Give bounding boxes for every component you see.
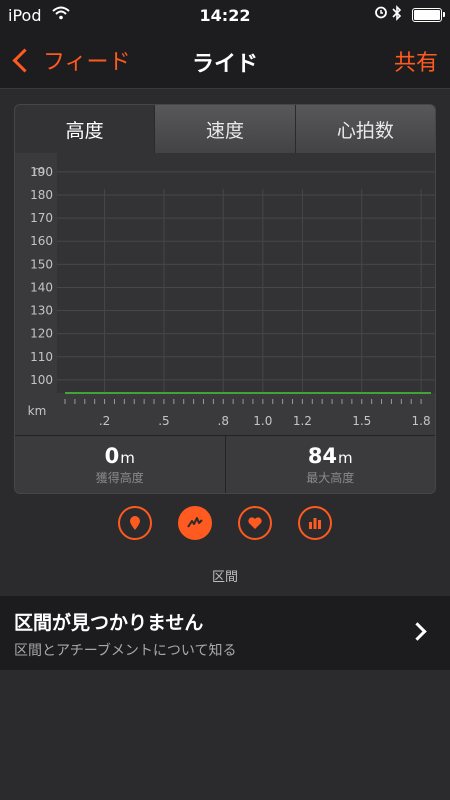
max-elevation-value-line: 84m [226, 444, 436, 468]
map-pin-icon[interactable] [118, 506, 152, 540]
metric-tabs: 高度 速度 心拍数 [15, 105, 435, 160]
no-segments-subtitle: 区間とアチーブメントについて知る [14, 643, 237, 659]
elevation-gain-stat: 0m 獲得高度 [15, 436, 225, 493]
elevation-gain-value: 0 [104, 444, 120, 468]
chart-card: 高度 速度 心拍数 m 190 180 170 160 150 140 130 120 110 10… [14, 104, 436, 494]
page-title: ライド [191, 52, 258, 77]
bluetooth-icon [392, 5, 402, 25]
y-tick-label: 190 [30, 165, 53, 179]
chevron-right-icon [408, 622, 427, 641]
x-tick-label: .8 [218, 414, 229, 428]
elevation-icon[interactable] [178, 506, 212, 540]
tab-speed[interactable]: 速度 [155, 105, 296, 153]
battery-icon [412, 8, 445, 22]
y-tick-label: 120 [30, 327, 53, 341]
x-tick-label: 1.0 [253, 414, 272, 428]
elevation-gain-value-line: 0m [15, 444, 225, 468]
heart-icon[interactable] [238, 506, 272, 540]
elevation-chart: m 190 180 170 160 150 140 130 120 110 100.2.5.8 1.0… [15, 153, 435, 435]
segment-filter-icons [0, 506, 450, 546]
y-tick-label: 140 [30, 280, 53, 294]
elevation-gain-unit: m [120, 449, 135, 467]
max-elevation-stat: 84m 最大高度 [224, 436, 436, 493]
x-tick-label: 1.2 [293, 414, 312, 428]
tab-elevation[interactable]: 高度 [15, 105, 156, 160]
max-elevation-label: 最大高度 [306, 471, 355, 485]
y-tick-label: 150 [30, 257, 53, 271]
y-tick-label: 180 [30, 188, 53, 202]
status-bar: iPod 14:22 [0, 0, 450, 32]
y-tick-label: 160 [30, 234, 53, 248]
bar-chart-icon[interactable] [298, 506, 332, 540]
tab-heart-rate[interactable]: 心拍数 [295, 105, 435, 153]
y-tick-label: 110 [30, 350, 53, 364]
stats-row: 0m 獲得高度 84m 最大高度 [15, 435, 436, 493]
alarm-icon [374, 5, 388, 23]
elevation-gain-label: 獲得高度 [95, 471, 144, 485]
y-tick-label: 100 [30, 373, 53, 387]
x-tick-label: 1.5 [352, 414, 371, 428]
no-segments-title: 区間が見つかりません [14, 612, 204, 634]
max-elevation-value: 84 [307, 444, 338, 468]
max-elevation-unit: m [338, 449, 353, 467]
share-button[interactable]: 共有 [394, 45, 438, 77]
x-tick-label: .2 [99, 414, 110, 428]
x-tick-label: 1.8 [412, 414, 431, 428]
y-tick-label: 170 [30, 211, 53, 225]
y-tick-label: 130 [30, 304, 53, 318]
segments-section-label: 区間 [211, 570, 238, 585]
x-tick-label: .5 [158, 414, 169, 428]
nav-bar: フィード ライド 共有 [0, 32, 450, 89]
x-axis-unit: km [28, 404, 47, 418]
no-segments-row[interactable]: 区間が見つかりません 区間とアチーブメントについて知る [0, 596, 450, 670]
